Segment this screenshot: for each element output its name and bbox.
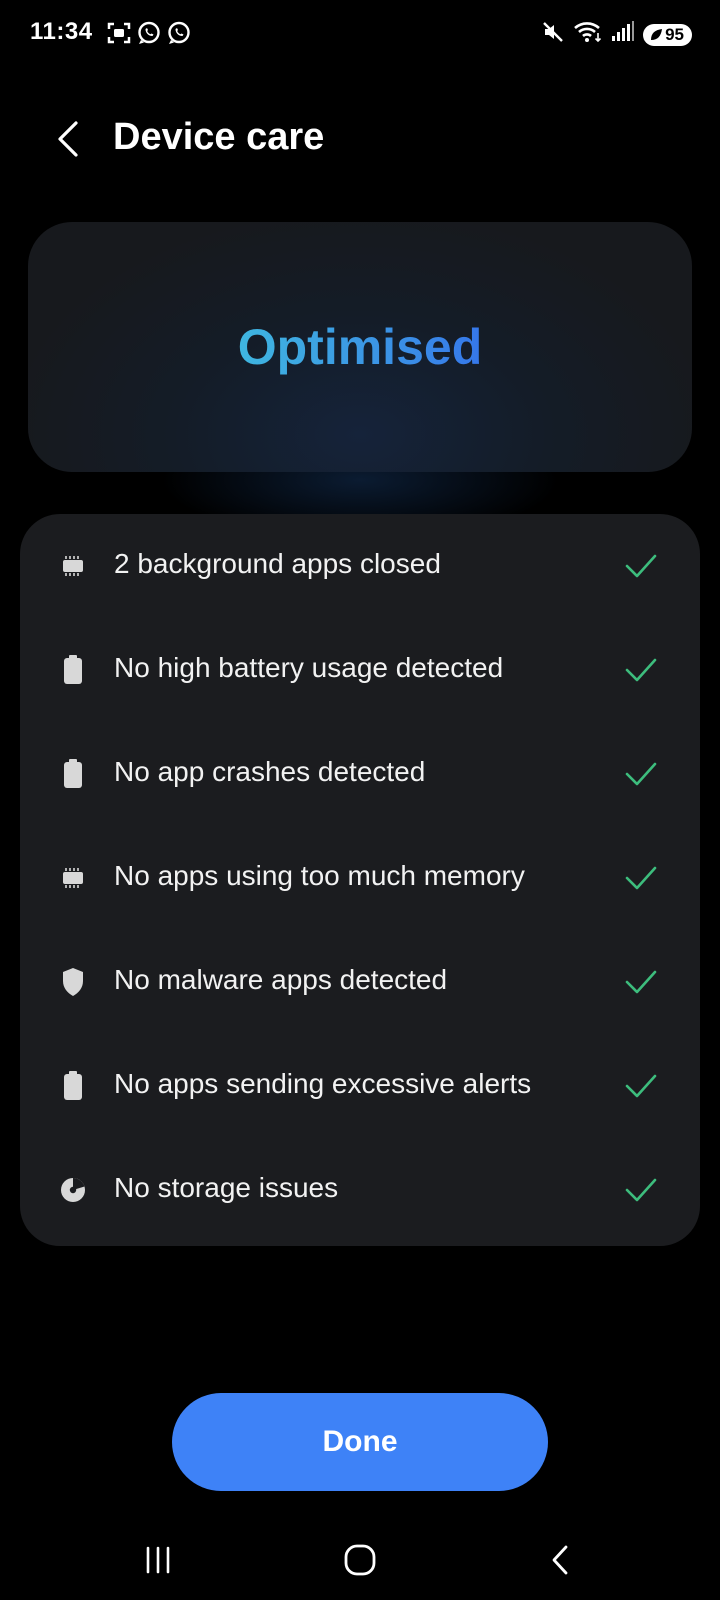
home-icon (344, 1544, 376, 1576)
list-item: No malware apps detected (20, 930, 700, 1034)
check-icon (625, 762, 657, 786)
optimisation-status-card: Optimised (28, 222, 692, 472)
battery-icon (58, 1071, 88, 1101)
result-label: No apps sending excessive alerts (114, 1068, 532, 1099)
back-icon (552, 1545, 568, 1575)
list-item: 2 background apps closed (20, 514, 700, 618)
nav-back-button[interactable] (530, 1535, 590, 1585)
list-item: No storage issues (20, 1138, 700, 1242)
list-item: No high battery usage detected (20, 618, 700, 722)
whatsapp-icon (166, 20, 192, 51)
battery-level: 95 (665, 24, 684, 44)
results-list: 2 background apps closed No high battery… (20, 514, 700, 1246)
check-icon (625, 866, 657, 890)
check-icon (625, 1178, 657, 1202)
check-icon (625, 970, 657, 994)
system-icons: 95 (541, 20, 692, 49)
battery-icon (58, 759, 88, 789)
result-label: No apps using too much memory (114, 860, 525, 891)
screenshot-icon (106, 20, 132, 51)
shield-icon (58, 967, 88, 997)
recents-icon (146, 1546, 170, 1574)
status-time: 11:34 (30, 18, 93, 45)
list-item: No apps sending excessive alerts (20, 1034, 700, 1138)
navigation-bar (0, 1515, 720, 1600)
result-label: No malware apps detected (114, 964, 448, 995)
result-label: No high battery usage detected (114, 652, 504, 683)
chevron-left-icon (58, 121, 78, 157)
check-icon (625, 1074, 657, 1098)
mute-icon (541, 20, 565, 49)
home-button[interactable] (330, 1535, 390, 1585)
status-headline: Optimised (237, 319, 483, 375)
check-icon (625, 554, 657, 578)
done-button[interactable]: Done (172, 1393, 548, 1491)
app-header: Device care (0, 100, 720, 180)
storage-pie-icon (58, 1175, 88, 1205)
result-label: No storage issues (114, 1172, 339, 1203)
list-item: No app crashes detected (20, 722, 700, 826)
list-item: No apps using too much memory (20, 826, 700, 930)
page-title: Device care (113, 116, 325, 158)
whatsapp-icon (136, 20, 162, 51)
recents-button[interactable] (128, 1535, 188, 1585)
battery-indicator: 95 (643, 23, 692, 46)
signal-icon (611, 21, 635, 48)
notification-icons (106, 20, 192, 51)
result-label: 2 background apps closed (114, 548, 441, 579)
back-button[interactable] (48, 114, 88, 164)
result-label: No app crashes detected (114, 756, 426, 787)
check-icon (625, 658, 657, 682)
leaf-icon (651, 28, 663, 40)
battery-icon (58, 655, 88, 685)
memory-chip-icon (58, 863, 88, 893)
memory-chip-icon (58, 551, 88, 581)
wifi-icon (573, 20, 603, 49)
status-bar: 11:34 95 (0, 0, 720, 70)
